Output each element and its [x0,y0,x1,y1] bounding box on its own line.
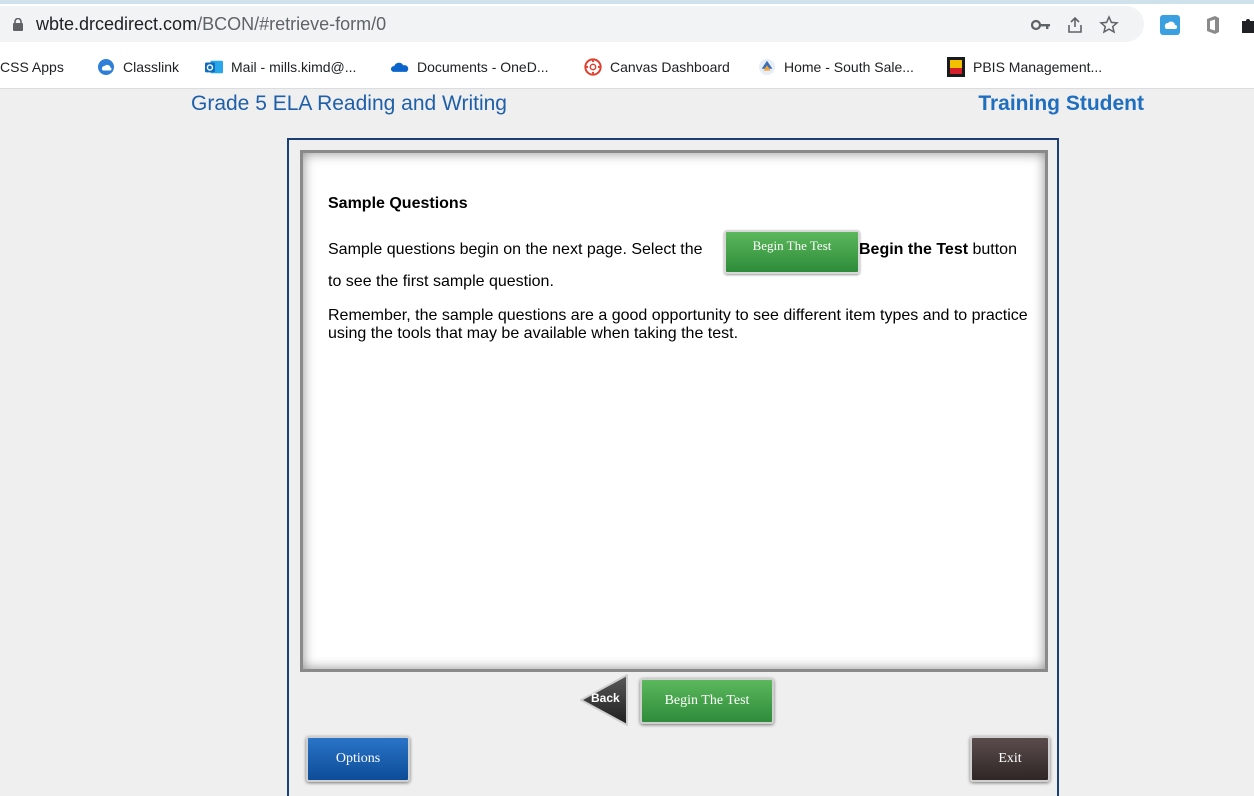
browser-toolbar: wbte.drcedirect.com/BCON/#retrieve-form/… [0,4,1254,46]
puzzle-extensions-icon[interactable] [1238,14,1254,36]
instruction-after: button [968,241,1017,258]
lock-icon [13,18,23,31]
key-icon[interactable] [1030,14,1052,36]
bookmark-label: CSS Apps [0,59,64,75]
content-panel: Sample Questions Sample questions begin … [300,150,1048,672]
office-extension-icon[interactable] [1202,14,1224,36]
bookmark-css-apps[interactable]: CSS Apps [0,56,64,78]
options-button[interactable]: Options [306,736,410,782]
onedrive-icon [391,58,409,76]
bookmark-canvas[interactable]: Canvas Dashboard [584,56,730,78]
bookmark-label: Classlink [123,59,180,75]
instruction-text-button-ref: Begin the Test button [859,241,1017,259]
share-icon[interactable] [1064,14,1086,36]
classlink-icon [97,58,115,76]
bookmark-onedrive[interactable]: Documents - OneD... [391,56,549,78]
url-path: /BCON/#retrieve-form/0 [197,14,387,34]
pbis-icon [947,57,965,77]
page-heading: Sample Questions [328,195,468,212]
bookmark-label: PBIS Management... [973,59,1103,75]
bookmark-star-icon[interactable] [1098,14,1120,36]
instruction-text-end: to see the first sample question. [328,273,554,290]
canvas-icon [584,58,602,76]
bookmark-label: Documents - OneD... [417,59,549,75]
student-name: Training Student [978,92,1144,115]
classlink-extension-icon[interactable] [1159,14,1181,36]
address-bar[interactable]: wbte.drcedirect.com/BCON/#retrieve-form/… [0,6,1144,42]
instruction-text-start: Sample questions begin on the next page.… [328,241,703,258]
bookmarks-bar: CSS Apps Classlink Mail - mills.kimd@...… [0,46,1254,89]
reminder-text: Remember, the sample questions are a goo… [328,307,1028,342]
bookmark-label: Home - South Sale... [784,59,914,75]
url-host: wbte.drcedirect.com [36,14,198,34]
instruction-bold: Begin the Test [859,241,969,258]
back-button[interactable]: Back [579,674,629,726]
exit-button[interactable]: Exit [970,736,1050,782]
test-title: Grade 5 ELA Reading and Writing [191,92,507,115]
back-label: Back [591,691,620,705]
begin-test-button[interactable]: Begin The Test [640,678,774,724]
outlook-icon [205,58,223,76]
test-frame: Sample Questions Sample questions begin … [287,138,1059,796]
url-text: wbte.drcedirect.com/BCON/#retrieve-form/… [36,14,386,35]
bookmark-label: Canvas Dashboard [610,59,730,75]
bookmark-home-south[interactable]: Home - South Sale... [758,56,914,78]
home-site-icon [758,58,776,76]
inline-begin-test-image: Begin The Test [724,230,860,274]
bookmark-classlink[interactable]: Classlink [97,56,179,78]
bookmark-pbis[interactable]: PBIS Management... [947,56,1102,78]
bookmark-mail[interactable]: Mail - mills.kimd@... [205,56,356,78]
bookmark-label: Mail - mills.kimd@... [231,59,357,75]
